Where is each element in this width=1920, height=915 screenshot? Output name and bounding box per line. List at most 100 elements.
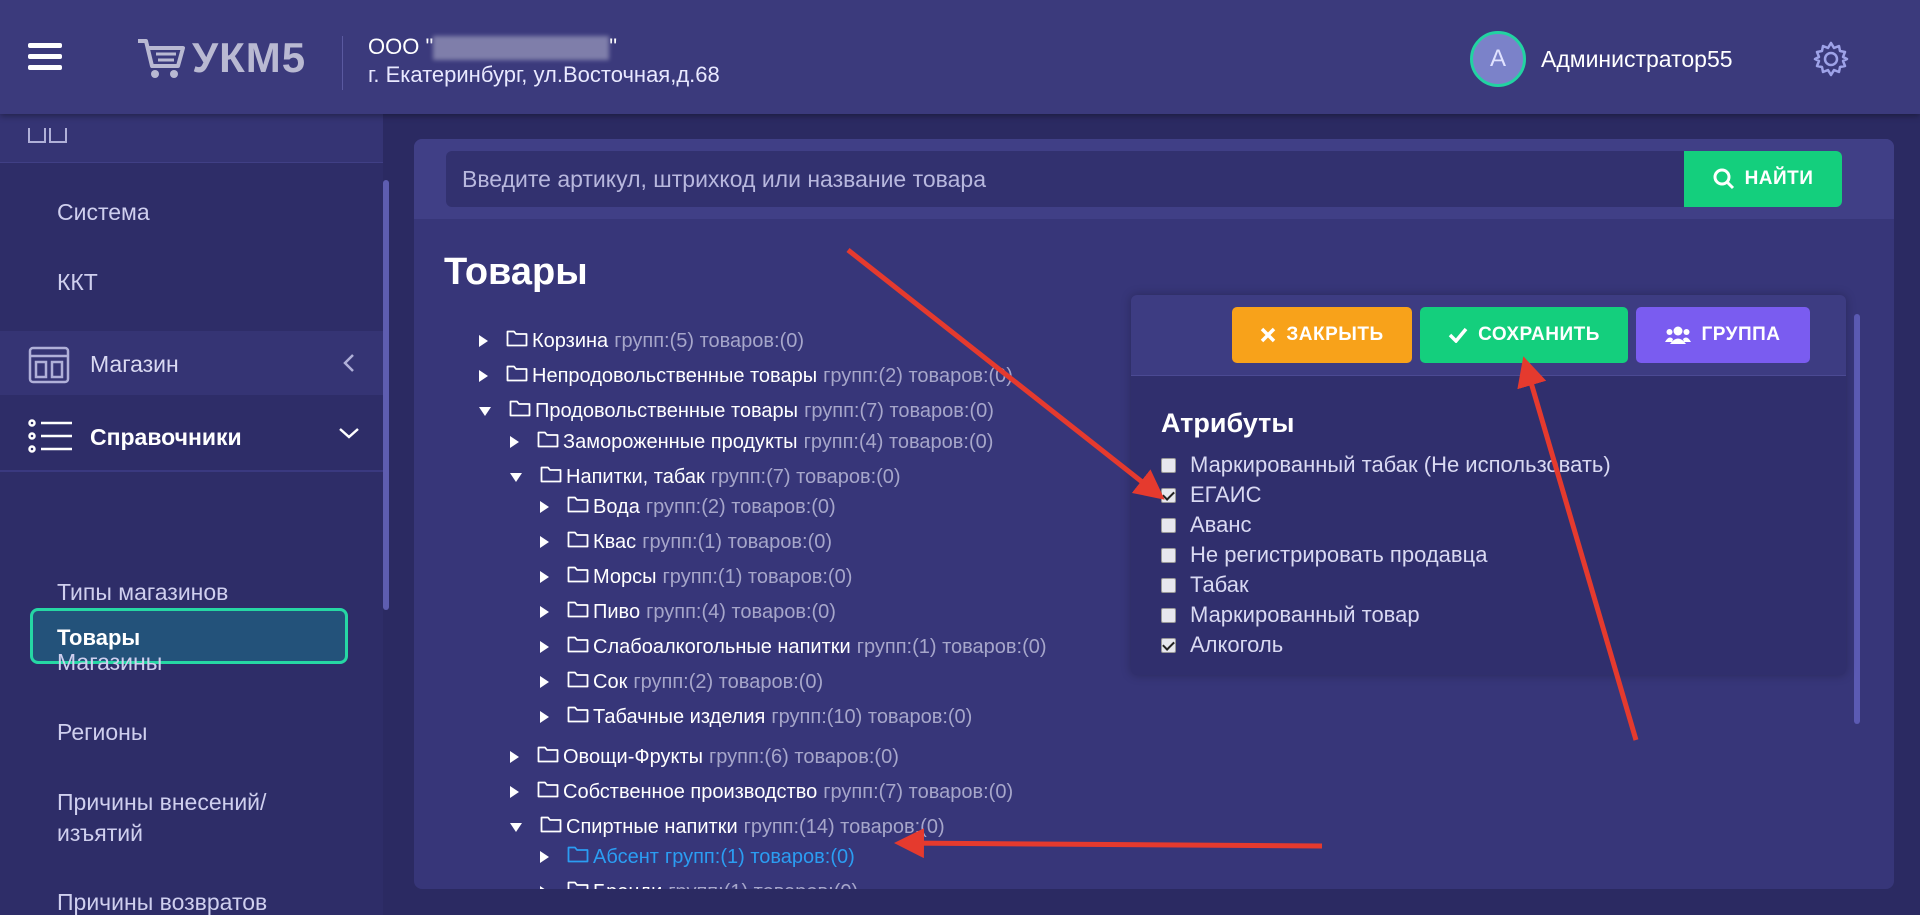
tree-node[interactable]: Квас групп:(1) товаров:(0) xyxy=(540,530,832,554)
attribute-checkbox[interactable] xyxy=(1161,547,1176,563)
attribute-row: Алкоголь xyxy=(1161,632,1283,658)
logo-text: УКМ5 xyxy=(192,34,307,81)
caret-down-icon[interactable] xyxy=(510,822,522,832)
attribute-checkbox[interactable] xyxy=(1161,517,1176,533)
tree-node[interactable]: Вода групп:(2) товаров:(0) xyxy=(540,495,836,519)
sidebar-section-top[interactable] xyxy=(0,114,383,163)
caret-right-icon[interactable] xyxy=(540,851,549,863)
organization-address: г. Екатеринбург, ул.Восточная,д.68 xyxy=(368,62,720,87)
caret-right-icon[interactable] xyxy=(540,641,549,653)
folder-icon xyxy=(537,780,559,804)
close-button[interactable]: ЗАКРЫТЬ xyxy=(1232,307,1412,363)
save-button[interactable]: СОХРАНИТЬ xyxy=(1420,307,1628,363)
tree-node-name: Корзина xyxy=(532,329,609,352)
folder-icon xyxy=(506,364,528,388)
tree-node-count: групп:(4) товаров:(0) xyxy=(803,430,994,453)
tree-node-count: групп:(2) товаров:(0) xyxy=(645,495,836,518)
caret-right-icon[interactable] xyxy=(540,711,549,723)
caret-right-icon[interactable] xyxy=(540,501,549,513)
tree-node[interactable]: Корзина групп:(5) товаров:(0) xyxy=(479,329,804,353)
sidebar-section-shop-label: Магазин xyxy=(90,351,179,377)
tree-node-count: групп:(5) товаров:(0) xyxy=(614,329,805,352)
tree-node[interactable]: Абсент групп:(1) товаров:(0) xyxy=(540,845,855,869)
folder-icon xyxy=(506,329,528,353)
group-button[interactable]: ГРУППА xyxy=(1636,307,1810,363)
attribute-checkbox[interactable] xyxy=(1161,457,1176,473)
attribute-row: Табак xyxy=(1161,572,1249,598)
tree-node-name: Пиво xyxy=(593,600,641,623)
chevron-left-icon xyxy=(343,354,354,372)
sidebar-section-shop[interactable]: Магазин xyxy=(0,331,383,395)
menu-icon[interactable] xyxy=(28,43,62,73)
tree-node[interactable]: Собственное производство групп:(7) товаро… xyxy=(510,780,1013,804)
tree-node[interactable]: Табачные изделия групп:(10) товаров:(0) xyxy=(540,705,972,729)
tree-node[interactable]: Замороженные продукты групп:(4) товаров:(… xyxy=(510,430,993,454)
caret-right-icon[interactable] xyxy=(540,536,549,548)
caret-right-icon[interactable] xyxy=(479,335,488,347)
tree-node[interactable]: Непродовольственные товары групп:(2) това… xyxy=(479,364,1013,388)
caret-right-icon[interactable] xyxy=(510,436,519,448)
caret-down-icon[interactable] xyxy=(479,406,491,416)
sidebar-item-shops[interactable]: Магазины xyxy=(57,649,162,676)
content-scrollbar[interactable] xyxy=(1854,314,1860,724)
sidebar-item-return-reasons[interactable]: Причины возвратов xyxy=(57,889,267,915)
redacted-name xyxy=(433,36,610,61)
caret-right-icon[interactable] xyxy=(540,606,549,618)
sidebar-item-shop-types[interactable]: Типы магазинов xyxy=(57,579,228,606)
attributes-title: Атрибуты xyxy=(1161,408,1295,438)
sidebar-item-system[interactable]: Система xyxy=(57,199,150,226)
attribute-checkbox[interactable] xyxy=(1161,637,1176,653)
attribute-checkbox[interactable] xyxy=(1161,577,1176,593)
search-input[interactable] xyxy=(446,151,1766,207)
tree-node[interactable]: Овощи-Фрукты групп:(6) товаров:(0) xyxy=(510,745,899,769)
folder-icon xyxy=(567,880,589,889)
tree-node-count: групп:(4) товаров:(0) xyxy=(646,600,836,623)
tree-node-name: Слабоалкогольные напитки xyxy=(593,635,851,658)
caret-down-icon[interactable] xyxy=(510,472,522,482)
page-title: Товары xyxy=(444,251,588,293)
avatar[interactable]: A xyxy=(1470,31,1526,87)
user-name[interactable]: Администратор55 xyxy=(1541,46,1733,73)
tree-node[interactable]: Напитки, табак групп:(7) товаров:(0) xyxy=(510,465,901,489)
folder-icon xyxy=(537,745,559,769)
sidebar-item-deposit-reasons[interactable]: Причины внесений/ изъятий xyxy=(57,789,266,847)
caret-right-icon[interactable] xyxy=(510,751,519,763)
tree-node[interactable]: Продовольственные товары групп:(7) товаро… xyxy=(479,399,994,423)
tree-node-name: Продовольственные товары xyxy=(535,399,799,422)
tree-node[interactable]: Морсы групп:(1) товаров:(0) xyxy=(540,565,852,589)
tree-node-name: Непродовольственные товары xyxy=(532,364,818,387)
caret-right-icon[interactable] xyxy=(510,786,519,798)
attribute-checkbox[interactable] xyxy=(1161,607,1176,623)
sidebar-section-refs-label: Справочники xyxy=(90,424,242,450)
caret-right-icon[interactable] xyxy=(540,571,549,583)
tree-node-count: групп:(2) товаров:(0) xyxy=(823,364,1013,387)
tree-node[interactable]: Спиртные напитки групп:(14) товаров:(0) xyxy=(510,815,945,839)
tree-node-count: групп:(7) товаров:(0) xyxy=(823,780,1014,803)
folder-icon xyxy=(567,670,589,694)
sidebar-item-regions[interactable]: Регионы xyxy=(57,719,147,746)
close-icon xyxy=(1261,327,1276,343)
tree-node[interactable]: Слабоалкогольные напитки групп:(1) товаро… xyxy=(540,635,1047,659)
folder-icon xyxy=(540,815,562,839)
tree-node[interactable]: Бренди групп:(1) товаров:(0) xyxy=(540,880,858,889)
caret-right-icon[interactable] xyxy=(540,676,549,688)
caret-right-icon[interactable] xyxy=(479,370,488,382)
tree-node-count: групп:(14) товаров:(0) xyxy=(743,815,945,838)
caret-right-icon[interactable] xyxy=(540,886,549,889)
tree-node[interactable]: Сок групп:(2) товаров:(0) xyxy=(540,670,823,694)
folder-icon xyxy=(567,705,589,729)
tree-node-name: Овощи-Фрукты xyxy=(563,745,703,768)
sidebar-section-refs[interactable]: Справочники xyxy=(0,404,383,468)
attribute-label: Маркированный товар xyxy=(1190,602,1420,627)
attribute-checkbox[interactable] xyxy=(1161,487,1176,503)
app-logo[interactable]: УКМ5 xyxy=(136,34,306,82)
panel-toolbar: ЗАКРЫТЬ СОХРАНИТЬ ГРУППА xyxy=(1131,295,1846,376)
sidebar-item-kkt[interactable]: ККТ xyxy=(57,269,98,296)
tree-node[interactable]: Пиво групп:(4) товаров:(0) xyxy=(540,600,836,624)
folder-icon xyxy=(567,845,589,869)
search-button[interactable]: НАЙТИ xyxy=(1684,151,1842,207)
gear-icon[interactable] xyxy=(1812,40,1850,78)
list-icon xyxy=(28,419,72,453)
attributes-panel: ЗАКРЫТЬ СОХРАНИТЬ ГРУППА Атрибуты Маркир… xyxy=(1131,295,1846,675)
sidebar-scrollbar[interactable] xyxy=(383,180,389,610)
